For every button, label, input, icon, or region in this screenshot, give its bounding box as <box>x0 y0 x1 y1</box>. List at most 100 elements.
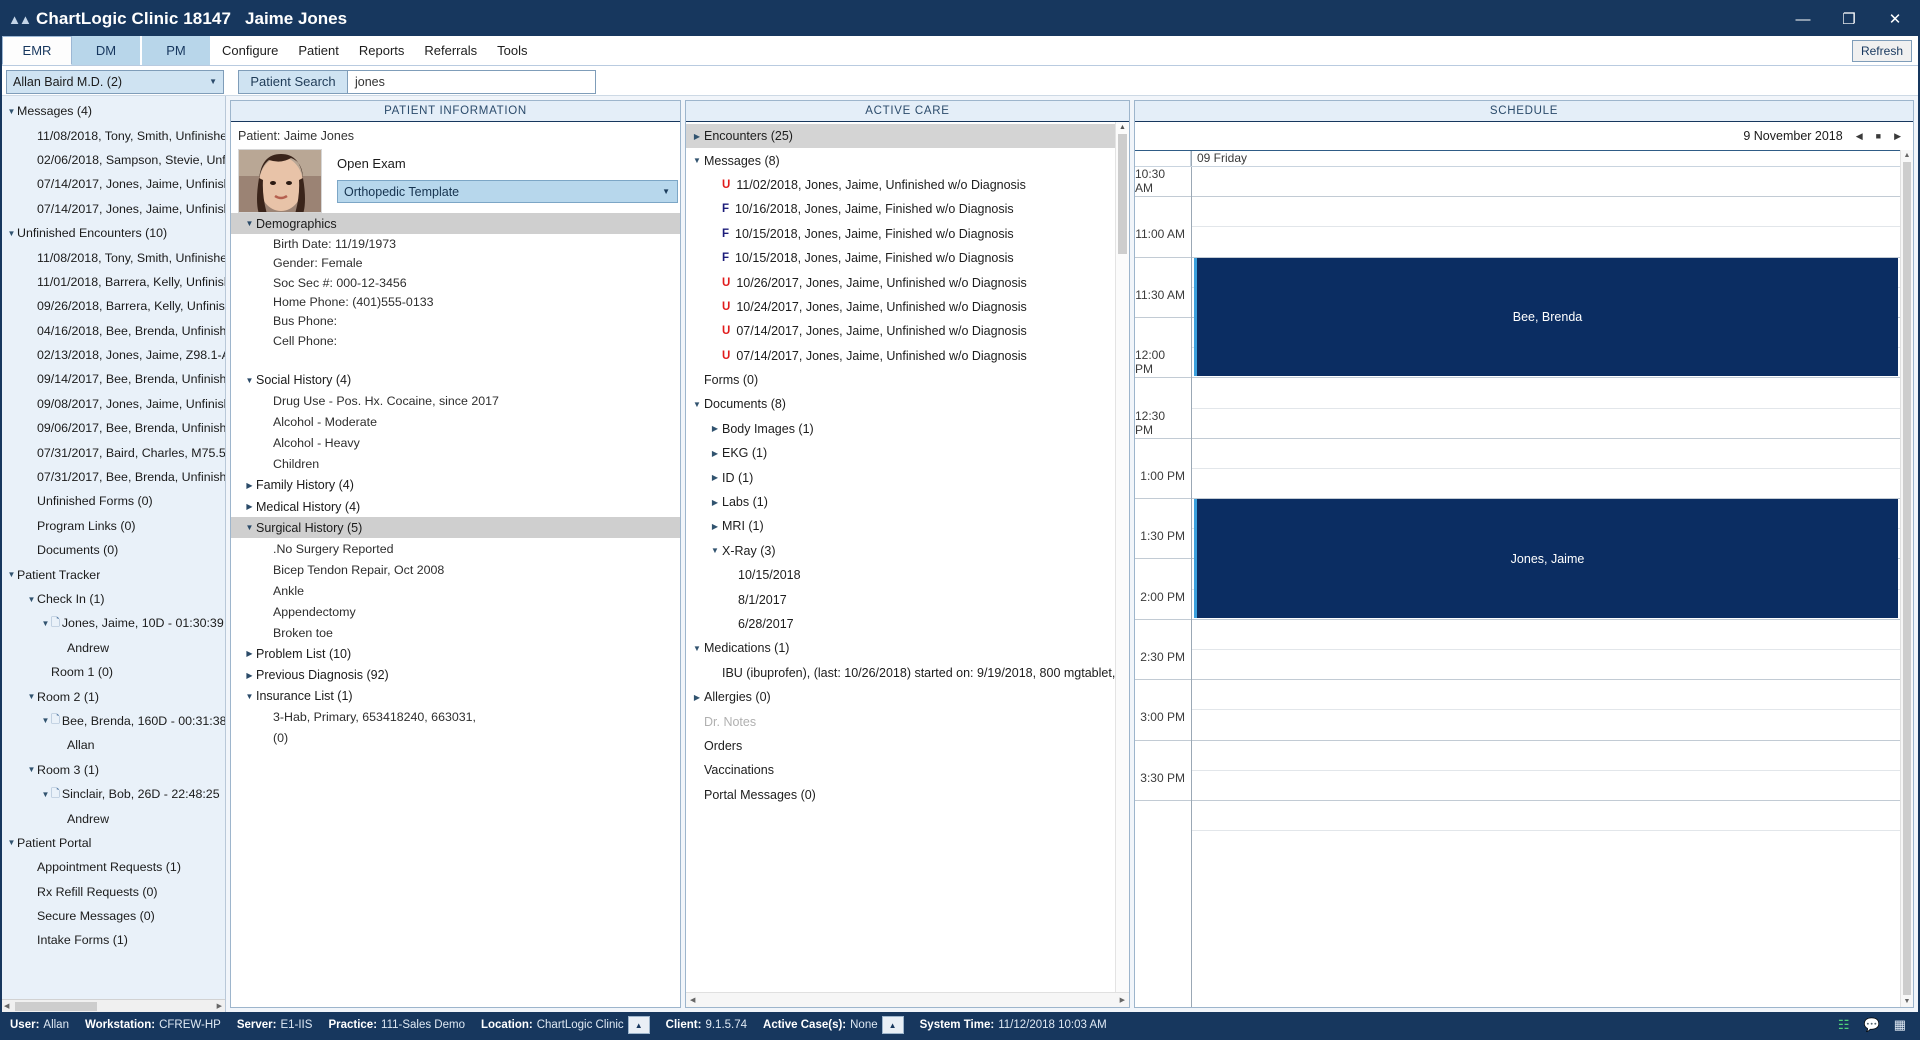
active-care-row[interactable]: MRI (1) <box>686 514 1115 538</box>
chevron-down-icon[interactable]: ▼ <box>243 376 256 385</box>
schedule-appointment[interactable]: Jones, Jaime <box>1194 499 1898 618</box>
tree-node[interactable]: Secure Messages (0) <box>2 904 225 928</box>
section-item[interactable]: (0) <box>231 728 680 749</box>
tree-node[interactable]: 07/14/2017, Jones, Jaime, Unfinished w/o <box>2 197 225 221</box>
active-care-row[interactable]: F10/16/2018, Jones, Jaime, Finished w/o … <box>686 197 1115 221</box>
tree-node[interactable]: Check In (1) <box>2 587 225 611</box>
section-item[interactable]: 3-Hab, Primary, 653418240, 663031, <box>231 707 680 728</box>
chevron-down-icon[interactable] <box>40 716 51 725</box>
tab-dm[interactable]: DM <box>72 36 142 65</box>
schedule-day-lane[interactable]: Bee, Brenda Jones, Jaime <box>1191 167 1900 1007</box>
active-care-row[interactable]: Orders <box>686 734 1115 758</box>
tree-node[interactable]: 🗋Jones, Jaime, 10D - 01:30:39 <box>2 611 225 635</box>
section-surgical-history[interactable]: ▼Surgical History (5) <box>231 517 680 538</box>
tree-node[interactable]: 02/06/2018, Sampson, Stevie, Unfinished … <box>2 148 225 172</box>
tree-node[interactable]: Appointment Requests (1) <box>2 855 225 879</box>
active-care-row[interactable]: U11/02/2018, Jones, Jaime, Unfinished w/… <box>686 173 1115 197</box>
tree-node[interactable]: 09/08/2017, Jones, Jaime, Unfinished w/o <box>2 392 225 416</box>
section-item[interactable]: .No Surgery Reported <box>231 538 680 559</box>
location-expand-icon[interactable]: ▲ <box>628 1016 650 1034</box>
tab-emr[interactable]: EMR <box>2 36 72 65</box>
schedule-slot[interactable] <box>1192 771 1900 801</box>
schedule-appointment[interactable]: Bee, Brenda <box>1194 258 1898 377</box>
chevron-down-icon[interactable] <box>690 644 704 653</box>
tree-node[interactable]: 07/31/2017, Baird, Charles, M75.52-Bursi… <box>2 440 225 464</box>
active-care-row[interactable]: 6/28/2017 <box>686 612 1115 636</box>
tree-node[interactable]: Unfinished Forms (0) <box>2 489 225 513</box>
section-item[interactable]: Drug Use - Pos. Hx. Cocaine, since 2017 <box>231 391 680 412</box>
active-care-row[interactable]: F10/15/2018, Jones, Jaime, Finished w/o … <box>686 246 1115 270</box>
scroll-down-icon[interactable]: ▼ <box>1904 996 1911 1007</box>
active-care-row[interactable]: Portal Messages (0) <box>686 783 1115 807</box>
section-item[interactable]: Alcohol - Moderate <box>231 412 680 433</box>
scrollbar-thumb[interactable] <box>1903 162 1911 995</box>
tree-node[interactable]: Andrew <box>2 806 225 830</box>
close-button[interactable]: ✕ <box>1872 2 1918 36</box>
schedule-slot[interactable] <box>1192 227 1900 257</box>
scroll-left-icon[interactable]: ◀ <box>2 1002 11 1010</box>
minimize-button[interactable]: — <box>1780 2 1826 36</box>
scroll-right-icon[interactable]: ▶ <box>217 1002 225 1010</box>
tree-node[interactable]: Rx Refill Requests (0) <box>2 880 225 904</box>
active-care-vertical-scrollbar[interactable]: ▲ <box>1115 122 1129 992</box>
tree-node[interactable]: Documents (0) <box>2 538 225 562</box>
provider-select[interactable]: Allan Baird M.D. (2) ▼ <box>6 70 224 94</box>
active-care-row[interactable]: IBU (ibuprofen), (last: 10/26/2018) star… <box>686 661 1115 685</box>
schedule-slot[interactable] <box>1192 167 1900 197</box>
chevron-down-icon[interactable] <box>6 838 17 847</box>
chevron-down-icon[interactable] <box>690 156 704 165</box>
schedule-slot[interactable] <box>1192 378 1900 408</box>
scroll-up-icon[interactable]: ▲ <box>1119 122 1126 133</box>
chevron-down-icon[interactable]: ▼ <box>243 523 256 532</box>
active-care-row[interactable]: Messages (8) <box>686 148 1115 172</box>
schedule-slot[interactable] <box>1192 469 1900 499</box>
schedule-slot[interactable] <box>1192 620 1900 650</box>
tree-node[interactable]: 07/14/2017, Jones, Jaime, Unfinished w/o <box>2 172 225 196</box>
scrollbar-thumb[interactable] <box>1118 134 1127 254</box>
chevron-down-icon[interactable] <box>26 595 37 604</box>
schedule-slot[interactable] <box>1192 439 1900 469</box>
chevron-down-icon[interactable]: ▼ <box>243 219 256 228</box>
active-care-row[interactable]: U07/14/2017, Jones, Jaime, Unfinished w/… <box>686 319 1115 343</box>
section-demographics[interactable]: ▼Demographics <box>231 213 680 234</box>
chevron-down-icon[interactable] <box>40 790 51 799</box>
section-social-history[interactable]: ▼Social History (4) <box>231 370 680 391</box>
section-insurance-list[interactable]: ▼Insurance List (1) <box>231 686 680 707</box>
tree-node[interactable]: Room 1 (0) <box>2 660 225 684</box>
section-item[interactable]: Bicep Tendon Repair, Oct 2008 <box>231 559 680 580</box>
tree-node[interactable]: Allan <box>2 733 225 757</box>
schedule-prev-icon[interactable]: ◀ <box>1856 131 1863 142</box>
chevron-right-icon[interactable] <box>690 132 704 141</box>
patient-search-input[interactable]: jones <box>348 70 596 94</box>
chevron-down-icon[interactable] <box>690 400 704 409</box>
section-previous-diagnosis[interactable]: ▶Previous Diagnosis (92) <box>231 664 680 685</box>
tree-node[interactable]: Messages (4) <box>2 99 225 123</box>
refresh-button[interactable]: Refresh <box>1852 40 1912 62</box>
active-care-row[interactable]: U07/14/2017, Jones, Jaime, Unfinished w/… <box>686 344 1115 368</box>
section-item[interactable]: Alcohol - Heavy <box>231 433 680 454</box>
chevron-down-icon[interactable] <box>6 229 17 238</box>
section-item[interactable]: Appendectomy <box>231 601 680 622</box>
tree-node[interactable]: 🗋Bee, Brenda, 160D - 00:31:38 <box>2 709 225 733</box>
schedule-next-icon[interactable]: ▶ <box>1894 131 1901 142</box>
active-care-row[interactable]: Labs (1) <box>686 490 1115 514</box>
active-care-row[interactable]: Allergies (0) <box>686 685 1115 709</box>
section-item[interactable]: Children <box>231 454 680 475</box>
active-care-row[interactable]: 10/15/2018 <box>686 563 1115 587</box>
schedule-slot[interactable] <box>1192 409 1900 439</box>
chevron-down-icon[interactable] <box>40 619 51 628</box>
tree-node[interactable]: Intake Forms (1) <box>2 928 225 952</box>
chevron-down-icon[interactable]: ▼ <box>243 692 256 701</box>
tree-node[interactable]: Patient Tracker <box>2 562 225 586</box>
section-problem-list[interactable]: ▶Problem List (10) <box>231 643 680 664</box>
active-care-row[interactable]: X-Ray (3) <box>686 539 1115 563</box>
menu-reports[interactable]: Reports <box>349 36 415 65</box>
sidebar-horizontal-scrollbar[interactable]: ◀ ▶ <box>2 999 225 1012</box>
scroll-left-icon[interactable]: ◀ <box>686 996 699 1004</box>
schedule-slot[interactable] <box>1192 710 1900 740</box>
menu-configure[interactable]: Configure <box>212 36 288 65</box>
active-care-row[interactable]: Documents (8) <box>686 392 1115 416</box>
tree-node[interactable]: 11/01/2018, Barrera, Kelly, Unfinished w… <box>2 270 225 294</box>
menu-tools[interactable]: Tools <box>487 36 537 65</box>
chevron-down-icon[interactable] <box>26 692 37 701</box>
